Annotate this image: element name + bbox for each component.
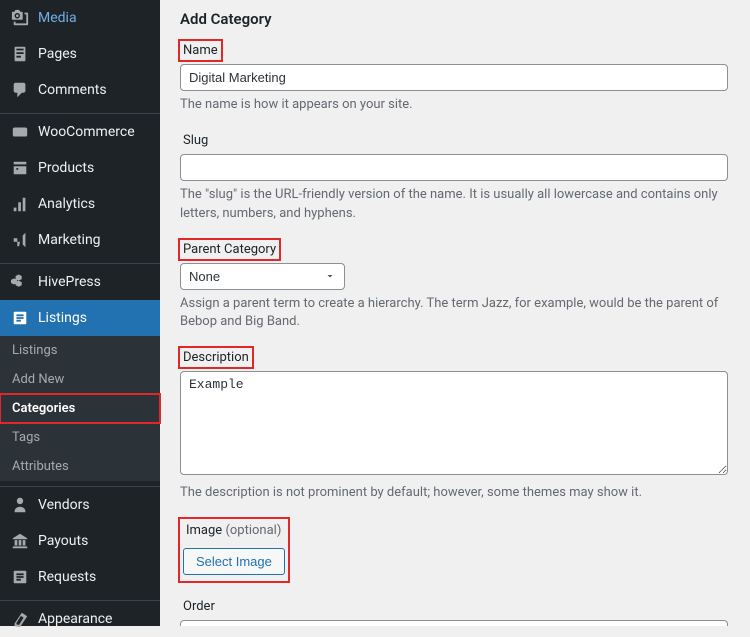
image-label: Image (optional) <box>183 521 284 540</box>
appearance-icon <box>10 609 30 629</box>
sidebar-item-media[interactable]: Media <box>0 0 160 36</box>
sidebar-label: Media <box>38 10 77 26</box>
vendors-icon <box>10 495 30 515</box>
parent-label: Parent Category <box>180 240 279 259</box>
order-label: Order <box>180 597 218 616</box>
sidebar-label: HivePress <box>38 274 101 290</box>
description-field: Description Example The description is n… <box>180 348 728 503</box>
sidebar-item-pages[interactable]: Pages <box>0 36 160 72</box>
sidebar-item-listings[interactable]: Listings <box>0 300 160 336</box>
order-input[interactable] <box>180 620 728 626</box>
name-field: Name The name is how it appears on your … <box>180 41 728 115</box>
sidebar-item-woocommerce[interactable]: WooCommerce <box>0 114 160 150</box>
name-input[interactable] <box>180 64 728 91</box>
sidebar-label: Comments <box>38 82 107 98</box>
description-label: Description <box>180 348 252 367</box>
sidebar-label: Products <box>38 160 94 176</box>
name-help: The name is how it appears on your site. <box>180 96 728 115</box>
page-title: Add Category <box>180 10 728 28</box>
woocommerce-icon <box>10 122 30 142</box>
media-icon <box>10 8 30 28</box>
slug-input[interactable] <box>180 154 728 181</box>
sidebar-label: Marketing <box>38 232 101 248</box>
submenu-categories[interactable]: Categories <box>0 394 160 423</box>
select-image-button[interactable]: Select Image <box>183 548 285 575</box>
order-field: Order <box>180 597 728 626</box>
submenu-attributes[interactable]: Attributes <box>0 452 160 481</box>
parent-select[interactable]: None <box>180 263 345 290</box>
name-label: Name <box>180 41 221 60</box>
sidebar-label: Appearance <box>38 611 112 627</box>
sidebar-item-analytics[interactable]: Analytics <box>0 186 160 222</box>
analytics-icon <box>10 194 30 214</box>
payouts-icon <box>10 531 30 551</box>
comments-icon <box>10 80 30 100</box>
sidebar-item-marketing[interactable]: Marketing <box>0 222 160 258</box>
submenu-listings[interactable]: Listings <box>0 336 160 365</box>
parent-help: Assign a parent term to create a hierarc… <box>180 295 728 333</box>
marketing-icon <box>10 230 30 250</box>
admin-sidebar: Media Pages Comments WooCommerce Product… <box>0 0 160 626</box>
submenu-tags[interactable]: Tags <box>0 423 160 452</box>
sidebar-label: Requests <box>38 569 96 585</box>
sidebar-item-vendors[interactable]: Vendors <box>0 487 160 523</box>
description-textarea[interactable]: Example <box>180 371 728 475</box>
listings-submenu: Listings Add New Categories Tags Attribu… <box>0 336 160 481</box>
slug-label: Slug <box>180 131 211 150</box>
sidebar-item-appearance[interactable]: Appearance <box>0 601 160 637</box>
description-help: The description is not prominent by defa… <box>180 484 728 503</box>
sidebar-label: Payouts <box>38 533 88 549</box>
sidebar-item-hivepress[interactable]: HivePress <box>0 264 160 300</box>
sidebar-item-requests[interactable]: Requests <box>0 559 160 595</box>
sidebar-item-comments[interactable]: Comments <box>0 72 160 108</box>
sidebar-label: WooCommerce <box>38 124 135 140</box>
requests-icon <box>10 567 30 587</box>
parent-field: Parent Category None Assign a parent ter… <box>180 240 728 333</box>
slug-field: Slug The "slug" is the URL-friendly vers… <box>180 131 728 224</box>
sidebar-label: Analytics <box>38 196 95 212</box>
sidebar-label: Listings <box>38 310 87 326</box>
sidebar-item-products[interactable]: Products <box>0 150 160 186</box>
submenu-add-new[interactable]: Add New <box>0 365 160 394</box>
image-field: Image (optional) Select Image <box>180 519 728 581</box>
pages-icon <box>10 44 30 64</box>
image-optional: (optional) <box>225 523 281 538</box>
sidebar-item-payouts[interactable]: Payouts <box>0 523 160 559</box>
products-icon <box>10 158 30 178</box>
main-content: Add Category Name The name is how it app… <box>160 0 750 626</box>
listings-icon <box>10 308 30 328</box>
slug-help: The "slug" is the URL-friendly version o… <box>180 186 728 224</box>
sidebar-label: Pages <box>38 46 77 62</box>
hivepress-icon <box>10 272 30 292</box>
sidebar-label: Vendors <box>38 497 90 513</box>
